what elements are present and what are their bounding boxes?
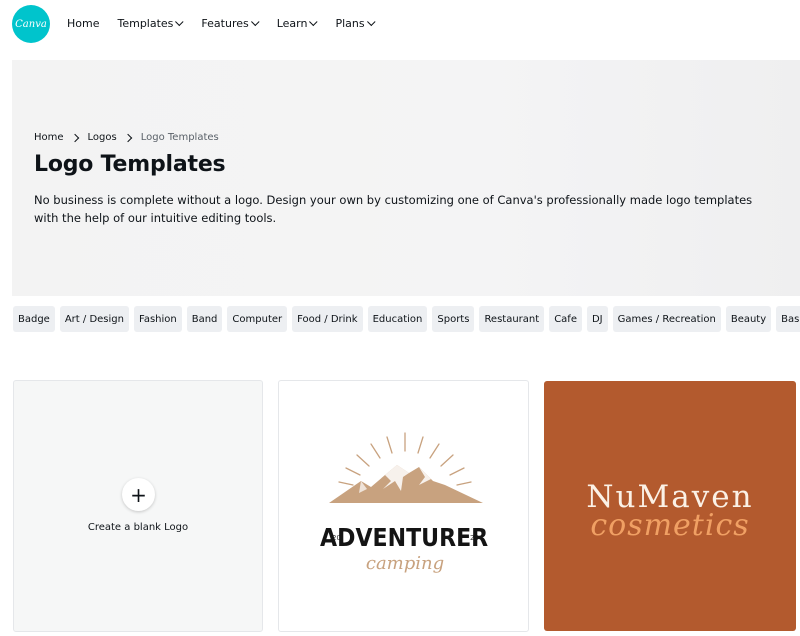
template-card-numaven[interactable]: NuMaven cosmetics (544, 381, 796, 631)
template-card-adventurer[interactable]: 20 20 ADVENTURER camping (278, 380, 529, 632)
nav-item-plans[interactable]: Plans (335, 17, 376, 30)
adventurer-title: ADVENTURER (320, 522, 488, 552)
adventurer-logo: 20 20 ADVENTURER camping (320, 432, 488, 574)
category-chip-education[interactable]: Education (367, 306, 428, 332)
breadcrumb-current: Logo Templates (140, 132, 219, 143)
category-chip-games-recreation[interactable]: Games / Recreation (612, 306, 721, 332)
plus-icon[interactable]: + (122, 478, 155, 511)
nav-item-label: Templates (117, 17, 174, 30)
category-chip-art-design[interactable]: Art / Design (59, 306, 129, 332)
chevron-down-icon (309, 17, 319, 26)
numaven-subtitle: cosmetics (590, 508, 750, 543)
nav-item-home[interactable]: Home (67, 17, 99, 30)
category-chip-restaurant[interactable]: Restaurant (479, 306, 545, 332)
category-chip-fashion[interactable]: Fashion (133, 306, 182, 332)
breadcrumb: Home Logos Logo Templates (34, 132, 219, 143)
nav-item-label: Home (67, 17, 100, 30)
create-blank-label: Create a blank Logo (87, 522, 189, 533)
page-description: No business is complete without a logo. … (34, 193, 753, 225)
nav-item-features[interactable]: Features (201, 17, 260, 30)
category-filter-bar: Badge Art / Design Fashion Band Computer… (13, 306, 800, 332)
page-title: Logo Templates (34, 152, 226, 177)
chevron-right-icon (70, 133, 79, 142)
nav-item-label: Features (201, 17, 249, 30)
category-chip-basketball[interactable]: Basketball (776, 306, 800, 332)
canva-logo[interactable]: Canva (12, 5, 50, 43)
adventurer-subtitle: camping (366, 553, 444, 574)
chevron-down-icon (175, 17, 184, 26)
chevron-right-icon (123, 133, 132, 142)
category-chip-food-drink[interactable]: Food / Drink (292, 306, 363, 332)
nav-item-label: Plans (335, 17, 365, 30)
category-chip-band[interactable]: Band (186, 306, 223, 332)
category-chip-badge[interactable]: Badge (13, 306, 55, 332)
nav-item-templates[interactable]: Templates (117, 17, 184, 30)
create-blank-logo-card[interactable]: + Create a blank Logo (13, 380, 263, 632)
hero-banner: Home Logos Logo Templates Logo Templates… (12, 60, 800, 296)
nav-item-label: Learn (276, 17, 308, 30)
top-navigation: Canva Home Templates Features Learn Plan… (0, 0, 800, 52)
category-chip-sports[interactable]: Sports (432, 306, 475, 332)
category-chip-dj[interactable]: DJ (586, 306, 608, 332)
chevron-down-icon (366, 17, 376, 26)
category-chip-cafe[interactable]: Cafe (549, 306, 582, 332)
nav-item-learn[interactable]: Learn (276, 17, 319, 30)
category-chip-beauty[interactable]: Beauty (725, 306, 772, 332)
chevron-down-icon (250, 17, 260, 26)
nav-menu: Home Templates Features Learn Plans (67, 17, 393, 30)
logo-text: Canva (15, 18, 47, 30)
breadcrumb-home[interactable]: Home (34, 132, 64, 143)
category-chip-computer[interactable]: Computer (227, 306, 288, 332)
breadcrumb-logos[interactable]: Logos (88, 132, 117, 143)
